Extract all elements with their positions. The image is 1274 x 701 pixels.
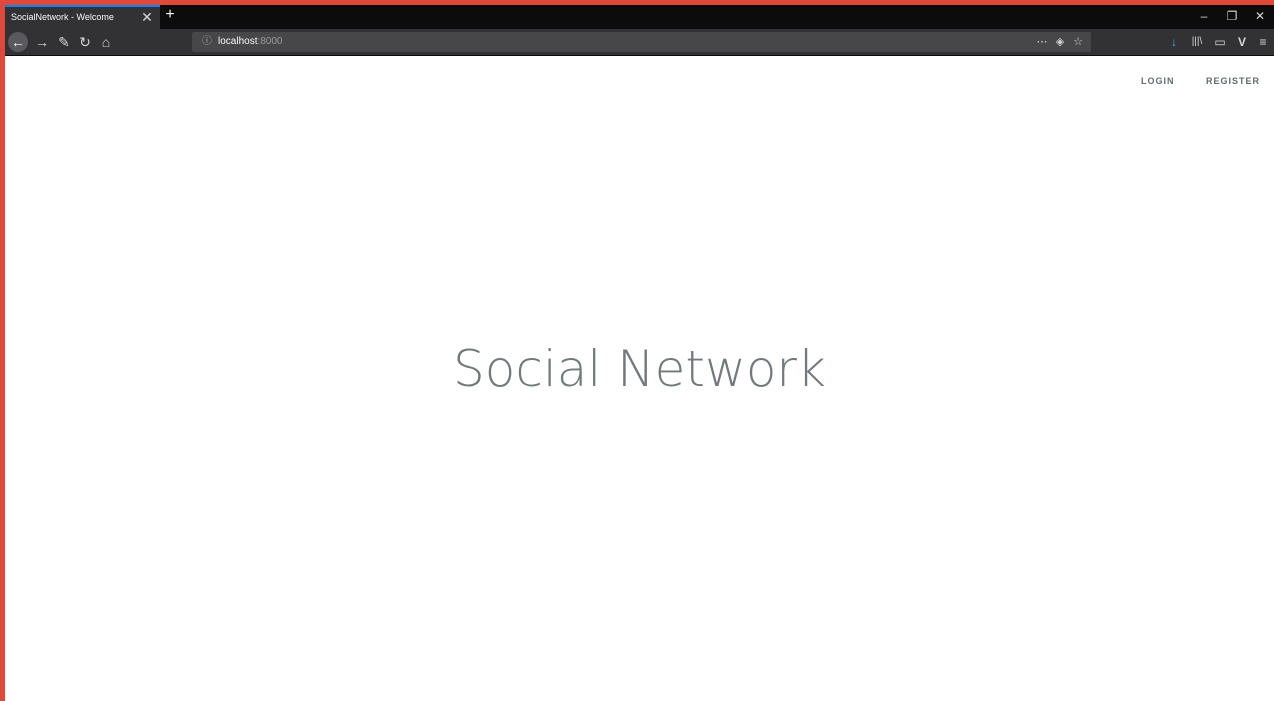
site-info-icon[interactable]: ⓘ [200, 34, 214, 50]
url-port: :8000 [257, 36, 283, 47]
back-icon[interactable]: ← [8, 32, 28, 52]
downloads-icon[interactable]: ↓ [1165, 33, 1183, 51]
url-text[interactable]: localhost:8000 [218, 36, 283, 47]
url-bar[interactable]: ⓘ localhost:8000 ⋯ ◈ ☆ [192, 32, 1091, 52]
url-host: localhost [218, 36, 258, 47]
register-link[interactable]: REGISTER [1206, 76, 1260, 86]
login-link[interactable]: LOGIN [1141, 76, 1175, 86]
restore-icon[interactable]: ❐ [1223, 7, 1241, 25]
forward-icon[interactable]: → [32, 32, 52, 52]
page-actions-icon[interactable]: ⋯ [1034, 34, 1050, 50]
reload-icon[interactable]: ↻ [75, 32, 95, 52]
page-title: Social Network [453, 340, 826, 398]
tab-title: SocialNetwork - Welcome [11, 12, 114, 22]
tab-active[interactable]: SocialNetwork - Welcome ✕ [5, 5, 160, 29]
sidebar-icon[interactable]: ▭ [1211, 33, 1229, 51]
library-icon[interactable]: |||\ [1188, 33, 1206, 51]
extension-v-icon[interactable]: V [1233, 33, 1251, 51]
pocket-icon[interactable]: ◈ [1052, 34, 1068, 50]
tab-close-icon[interactable]: ✕ [139, 9, 155, 25]
bookmark-star-icon[interactable]: ☆ [1070, 34, 1086, 50]
home-icon[interactable]: ⌂ [96, 32, 116, 52]
new-tab-icon[interactable]: + [161, 6, 179, 24]
nav-bar: ← → ✎ ↻ ⌂ ⓘ localhost:8000 ⋯ ◈ ☆ ↓ |||\ … [5, 29, 1274, 56]
window-close-icon[interactable]: ✕ [1251, 7, 1269, 25]
browser-window: SocialNetwork - Welcome ✕ + – ❐ ✕ ← → ✎ … [0, 0, 1274, 701]
page-content: LOGIN REGISTER Social Network [5, 57, 1274, 701]
tab-strip: SocialNetwork - Welcome ✕ + – ❐ ✕ [5, 5, 1274, 29]
menu-icon[interactable]: ≡ [1254, 33, 1272, 51]
minimize-icon[interactable]: – [1195, 7, 1213, 25]
tools-icon[interactable]: ✎ [54, 32, 74, 52]
